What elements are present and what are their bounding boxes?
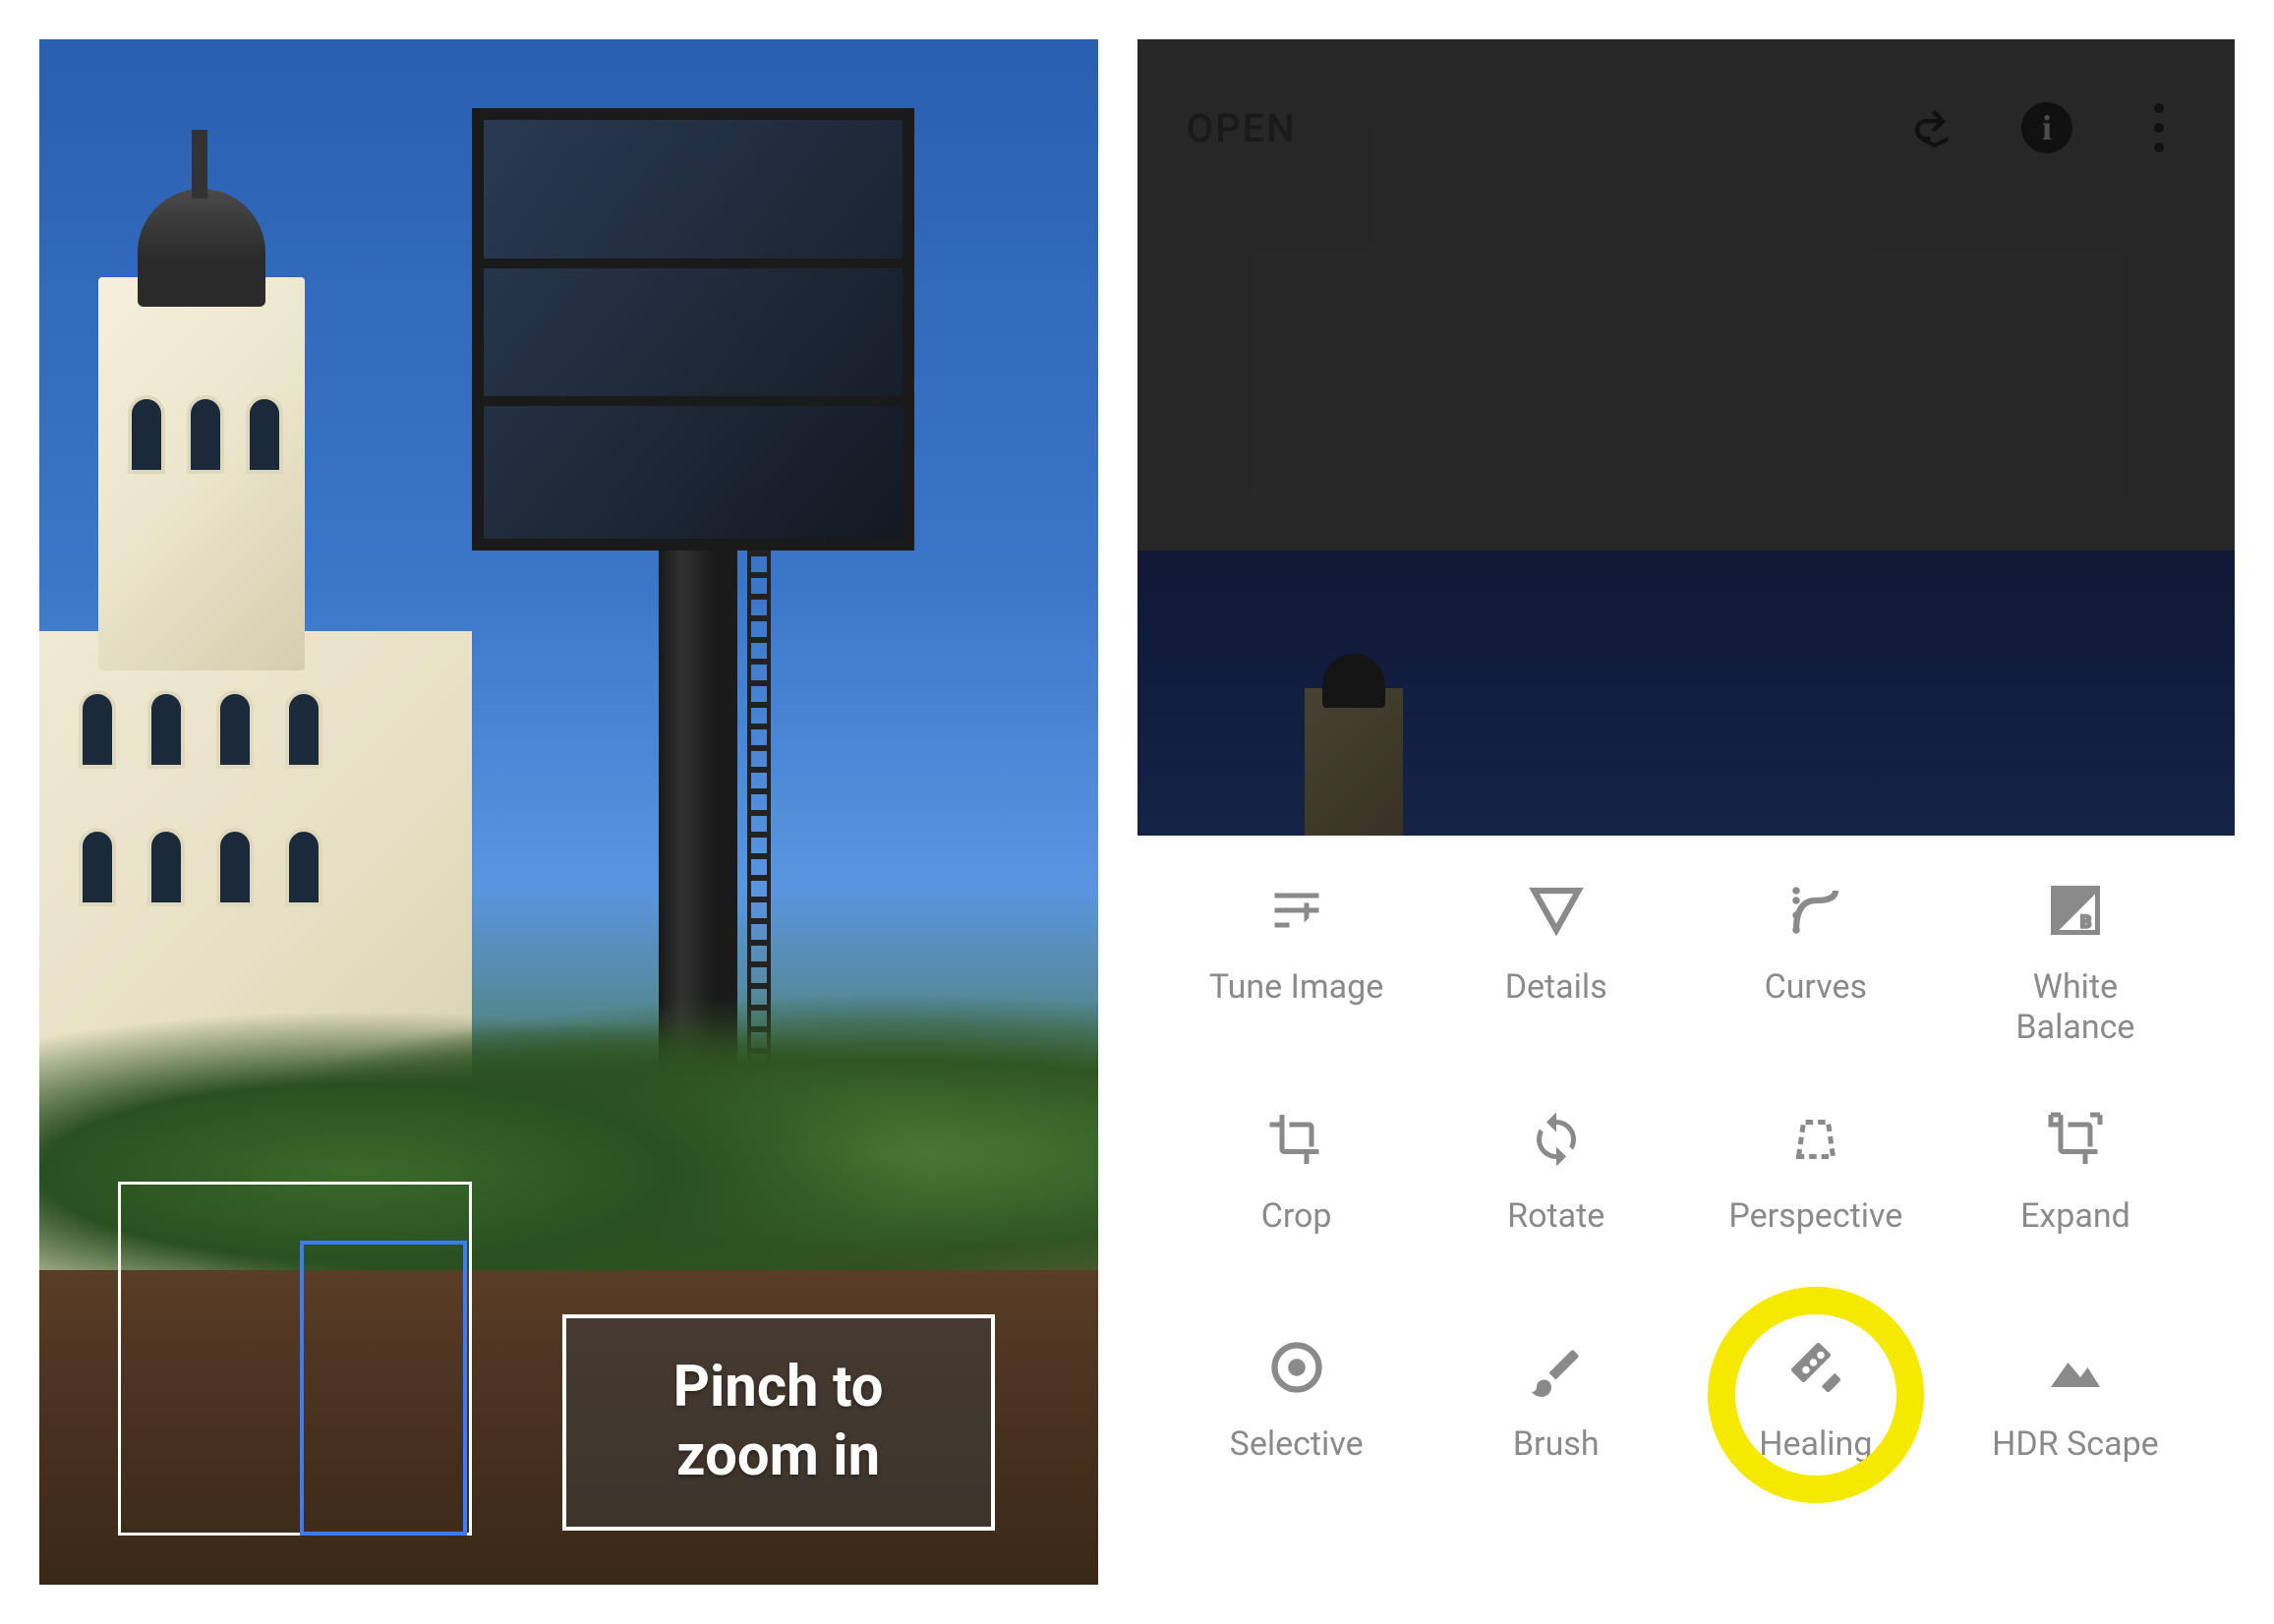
brush-icon: [1523, 1334, 1590, 1401]
crop-icon: [1263, 1106, 1330, 1173]
wb-icon: WB: [2042, 877, 2109, 944]
overflow-menu-icon[interactable]: [2132, 101, 2186, 154]
tool-curves[interactable]: Curves: [1686, 859, 1946, 1088]
expand-icon: [2042, 1106, 2109, 1173]
tool-label: Selective: [1230, 1424, 1364, 1465]
tool-label: Crop: [1261, 1196, 1332, 1237]
curves-icon: [1782, 877, 1849, 944]
tool-perspective[interactable]: Perspective: [1686, 1088, 1946, 1317]
tool-label: White Balance: [1977, 967, 2174, 1048]
tool-healing[interactable]: Healing: [1686, 1316, 1946, 1545]
tool-label: Brush: [1513, 1424, 1600, 1465]
tool-label: Expand: [2020, 1196, 2130, 1237]
tool-details[interactable]: Details: [1427, 859, 1686, 1088]
tool-hdr-scape[interactable]: HDR Scape: [1946, 1316, 2205, 1545]
tool-white-balance[interactable]: WB White Balance: [1946, 859, 2205, 1088]
tool-crop[interactable]: Crop: [1167, 1088, 1427, 1317]
tool-label: Rotate: [1507, 1196, 1604, 1237]
editor-panel: OPEN i Tune Ima: [1137, 39, 2235, 1585]
tools-sheet: Tune Image Details Curves WB White Balan…: [1137, 836, 2235, 1585]
tool-rotate[interactable]: Rotate: [1427, 1088, 1686, 1317]
tool-label: Tune Image: [1209, 967, 1383, 1008]
pinch-hint-line1: Pinch to: [673, 1354, 884, 1422]
svg-text:B: B: [2080, 913, 2091, 933]
svg-text:W: W: [2063, 894, 2078, 913]
app-header: OPEN i: [1137, 39, 2235, 216]
tool-label: Details: [1505, 967, 1607, 1008]
tool-expand[interactable]: Expand: [1946, 1088, 2205, 1317]
photo-preview-panel[interactable]: Pinch to zoom in: [39, 39, 1098, 1585]
info-icon[interactable]: i: [2020, 101, 2073, 154]
tool-label: HDR Scape: [1992, 1424, 2159, 1465]
tool-selective[interactable]: Selective: [1167, 1316, 1427, 1545]
selective-icon: [1263, 1334, 1330, 1401]
selection-inner: [300, 1241, 467, 1536]
tool-tune-image[interactable]: Tune Image: [1167, 859, 1427, 1088]
rotate-icon: [1523, 1106, 1590, 1173]
healing-icon: [1782, 1334, 1849, 1401]
tool-brush[interactable]: Brush: [1427, 1316, 1686, 1545]
hdr-icon: [2042, 1334, 2109, 1401]
pinch-hint-line2: zoom in: [676, 1422, 880, 1491]
perspective-icon: [1782, 1106, 1849, 1173]
details-icon: [1523, 877, 1590, 944]
pinch-hint: Pinch to zoom in: [562, 1314, 995, 1531]
tool-label: Healing: [1759, 1424, 1872, 1465]
undo-layers-icon[interactable]: [1908, 101, 1961, 154]
open-button[interactable]: OPEN: [1187, 105, 1297, 151]
editor-canvas-dimmed: OPEN i: [1137, 39, 2235, 836]
tune-icon: [1263, 877, 1330, 944]
tutorial-side-by-side: Pinch to zoom in OPEN i: [0, 0, 2274, 1624]
tool-label: Perspective: [1728, 1196, 1902, 1237]
tool-label: Curves: [1765, 967, 1868, 1008]
